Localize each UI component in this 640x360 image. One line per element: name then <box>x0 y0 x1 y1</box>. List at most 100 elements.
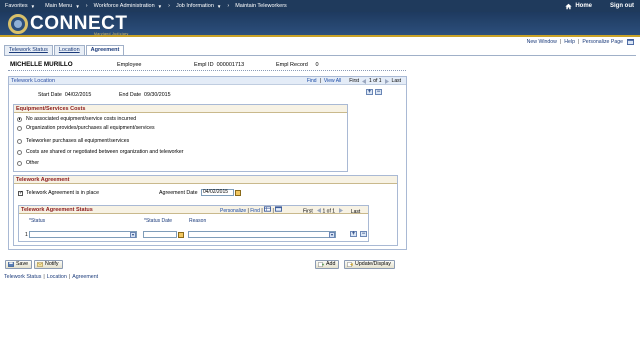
first-label[interactable]: First <box>349 77 359 85</box>
grid-find-link[interactable]: Find <box>250 208 260 214</box>
add-row-button[interactable]: + <box>366 89 373 95</box>
new-window-link[interactable]: New Window <box>527 39 557 45</box>
nav-workforce-label: Workforce Administration <box>93 3 155 9</box>
reason-dropdown-icon[interactable] <box>329 231 335 238</box>
top-right-actions: Home Sign out <box>565 0 634 12</box>
save-icon <box>8 262 14 267</box>
top-navigation-bar: Favorites ▼ Main Menu ▼ › Workforce Admini… <box>0 0 640 12</box>
nav-maintain-teleworkers[interactable]: Maintain Teleworkers <box>230 3 292 9</box>
previous-arrow-icon[interactable] <box>362 78 367 84</box>
tab-location[interactable]: Location <box>53 45 85 55</box>
last-label[interactable]: Last <box>392 77 401 85</box>
equipment-option-other[interactable]: Other <box>17 160 39 166</box>
equipment-costs-title: Equipment/Services Costs <box>14 105 347 113</box>
delete-row-button[interactable]: − <box>375 89 382 95</box>
add-status-row-button[interactable]: + <box>350 231 357 237</box>
start-date-value: 04/02/2015 <box>64 92 92 98</box>
agreement-in-place-checkbox-row[interactable]: Telework Agreement is in place <box>18 190 99 196</box>
nav-workforce-administration[interactable]: Workforce Administration ▼ <box>89 3 168 9</box>
radio-icon[interactable] <box>17 138 22 144</box>
equipment-option-organization[interactable]: Organization provides/purchases all equi… <box>17 125 155 131</box>
calendar-icon[interactable] <box>178 231 184 238</box>
download-grid-icon[interactable] <box>275 206 283 212</box>
column-header-status-date: *Status Date <box>144 218 173 224</box>
nav-favorites[interactable]: Favorites ▼ <box>0 3 40 9</box>
home-link[interactable]: Home <box>565 3 592 10</box>
personalize-page-link[interactable]: Personalize Page <box>582 39 623 45</box>
add-button[interactable]: Add <box>315 260 340 269</box>
find-link[interactable]: Find <box>307 77 317 85</box>
end-date-label: End Date <box>119 92 142 98</box>
next-arrow-icon[interactable] <box>339 207 344 213</box>
nav-main-menu[interactable]: Main Menu ▼ <box>40 3 85 9</box>
home-icon <box>565 3 572 9</box>
grid-first-label[interactable]: First <box>303 209 313 215</box>
equipment-option-shared[interactable]: Costs are shared or negotiated between o… <box>17 149 183 155</box>
agreement-date-label: Agreement Date <box>159 190 198 196</box>
status-date-input[interactable] <box>143 231 177 238</box>
checkbox-checked-icon[interactable] <box>18 190 23 196</box>
end-date: End Date 09/30/2015 <box>119 92 171 98</box>
end-date-value: 09/30/2015 <box>144 92 171 98</box>
link-separator: | <box>319 78 321 84</box>
equipment-option-label: No associated equipment/service costs in… <box>26 116 137 122</box>
employee-record: Empl Record 0 <box>276 62 319 68</box>
row-range: 1 of 1 <box>369 78 382 84</box>
status-grid-navigation: First 1 of 1 Last <box>303 206 360 216</box>
row-number: 1 <box>25 232 28 238</box>
utility-links: New Window | Help | Personalize Page <box>527 39 634 45</box>
equipment-option-none[interactable]: No associated equipment/service costs in… <box>17 116 136 122</box>
status-dropdown-icon[interactable] <box>130 231 136 238</box>
grid-row-range: 1 of 1 <box>322 208 336 215</box>
update-display-button-label: Update/Display <box>355 261 391 267</box>
agreement-date-input[interactable]: 04/02/2015 <box>201 189 234 196</box>
update-display-icon <box>347 262 353 267</box>
tab-location-label: Location <box>58 47 80 53</box>
calendar-icon[interactable] <box>235 190 241 196</box>
status-select[interactable] <box>29 231 137 238</box>
telework-location-header: Telework Location Find | View All First … <box>9 77 406 85</box>
radio-selected-icon[interactable] <box>17 116 22 122</box>
save-button[interactable]: Save <box>5 260 33 269</box>
radio-icon[interactable] <box>17 160 22 166</box>
tab-divider <box>4 55 636 56</box>
page-options-icon[interactable] <box>627 39 634 45</box>
update-display-button[interactable]: Update/Display <box>344 260 395 269</box>
grid-last-label[interactable]: Last <box>351 209 360 215</box>
next-arrow-icon[interactable] <box>384 78 389 84</box>
equipment-option-teleworker[interactable]: Teleworker purchases all equipment/servi… <box>17 138 129 144</box>
logo-wordmark: CONNECT <box>30 13 128 34</box>
view-all-grid-icon[interactable] <box>264 206 272 212</box>
reason-select[interactable] <box>188 231 336 238</box>
previous-arrow-icon[interactable] <box>317 207 322 213</box>
link-separator: | <box>559 39 562 45</box>
telework-agreement-title: Telework Agreement <box>14 176 397 184</box>
bottom-link-location[interactable]: Location <box>47 274 67 280</box>
delete-status-row-button[interactable]: − <box>360 231 367 237</box>
nav-main-menu-label: Main Menu <box>45 3 73 9</box>
bottom-link-telework-status[interactable]: Telework Status <box>4 274 41 280</box>
help-link[interactable]: Help <box>564 39 575 45</box>
chevron-down-icon: ▼ <box>216 3 222 9</box>
bottom-link-agreement[interactable]: Agreement <box>72 274 98 280</box>
breadcrumb-separator-icon: › <box>227 3 230 9</box>
radio-icon[interactable] <box>17 149 22 155</box>
equipment-option-label: Teleworker purchases all equipment/servi… <box>26 138 130 144</box>
sign-out-link[interactable]: Sign out <box>610 3 634 9</box>
notify-button[interactable]: Notify <box>34 260 63 269</box>
equipment-option-label: Other <box>26 160 39 166</box>
view-all-link[interactable]: View All <box>324 77 341 85</box>
nav-job-information[interactable]: Job Information ▼ <box>171 3 226 9</box>
column-header-status: *Status <box>29 218 46 224</box>
home-label: Home <box>575 3 592 9</box>
save-button-label: Save <box>16 261 29 267</box>
employee-type: Employee <box>117 62 142 68</box>
notify-icon <box>37 262 43 267</box>
add-button-label: Add <box>326 261 336 267</box>
equipment-option-label: Organization provides/purchases all equi… <box>26 125 155 131</box>
radio-icon[interactable] <box>17 125 22 131</box>
tab-telework-status[interactable]: Telework Status <box>4 45 53 55</box>
personalize-link[interactable]: Personalize <box>220 208 246 214</box>
telework-location-title: Telework Location <box>11 78 56 84</box>
breadcrumb-separator-icon: › <box>85 3 88 9</box>
